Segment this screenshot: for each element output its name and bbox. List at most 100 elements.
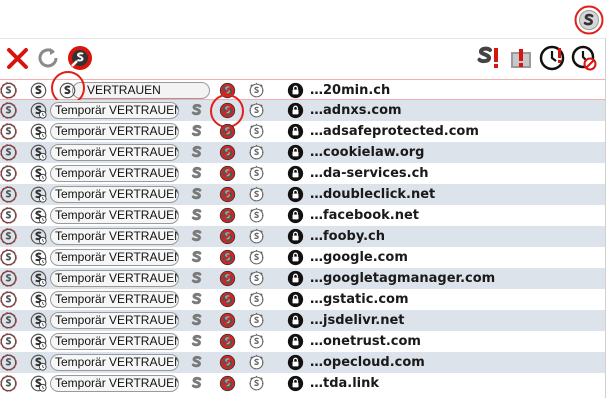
temp-trust-button[interactable]: Temporär VERTRAUEN <box>50 165 179 182</box>
default-preset-icon[interactable] <box>0 375 17 392</box>
temp-trusted-preset-icon[interactable] <box>30 123 47 140</box>
noscript-global-icon[interactable] <box>475 44 503 72</box>
default-preset-icon[interactable] <box>0 165 17 182</box>
trusted-preset-icon[interactable] <box>188 249 205 266</box>
temp-trust-button[interactable]: Temporär VERTRAUEN <box>50 312 179 329</box>
untrusted-preset-icon[interactable] <box>219 291 236 308</box>
temp-trusted-preset-icon[interactable] <box>30 333 47 350</box>
untrusted-preset-icon[interactable] <box>219 270 236 287</box>
temp-trust-button[interactable]: Temporär VERTRAUEN <box>50 228 179 245</box>
temp-trusted-preset-icon[interactable] <box>30 102 47 119</box>
trusted-preset-icon[interactable] <box>188 123 205 140</box>
trusted-preset-icon[interactable] <box>188 228 205 245</box>
trusted-preset-icon[interactable] <box>188 312 205 329</box>
https-lock-icon[interactable] <box>287 123 304 140</box>
temp-trust-button[interactable]: Temporär VERTRAUEN <box>50 291 179 308</box>
temp-trusted-preset-icon[interactable] <box>30 354 47 371</box>
trusted-preset-icon[interactable] <box>188 186 205 203</box>
custom-preset-icon[interactable] <box>248 249 265 266</box>
noscript-extension-button[interactable] <box>574 5 604 35</box>
untrusted-preset-icon[interactable] <box>219 354 236 371</box>
reload-icon[interactable] <box>34 44 62 72</box>
temp-trust-button[interactable]: Temporär VERTRAUEN <box>50 144 179 161</box>
untrusted-preset-icon[interactable] <box>219 207 236 224</box>
trusted-preset-icon[interactable] <box>30 82 47 99</box>
trusted-preset-icon[interactable] <box>188 165 205 182</box>
custom-preset-icon[interactable] <box>248 333 265 350</box>
temp-trust-button[interactable]: Temporär VERTRAUEN <box>50 186 179 203</box>
untrusted-preset-icon[interactable] <box>219 312 236 329</box>
custom-preset-icon[interactable] <box>248 228 265 245</box>
untrusted-preset-icon[interactable] <box>219 249 236 266</box>
custom-preset-icon[interactable] <box>248 270 265 287</box>
default-preset-icon[interactable] <box>0 249 17 266</box>
untrusted-preset-icon[interactable] <box>219 228 236 245</box>
custom-preset-icon[interactable] <box>248 207 265 224</box>
temp-trust-button[interactable]: Temporär VERTRAUEN <box>50 207 179 224</box>
close-icon[interactable] <box>4 44 32 72</box>
https-lock-icon[interactable] <box>287 354 304 371</box>
https-lock-icon[interactable] <box>287 291 304 308</box>
temp-trusted-preset-icon[interactable] <box>30 144 47 161</box>
temp-trust-button[interactable]: Temporär VERTRAUEN <box>50 249 179 266</box>
custom-preset-icon[interactable] <box>248 144 265 161</box>
default-preset-icon[interactable] <box>0 123 17 140</box>
custom-preset-icon[interactable] <box>248 102 265 119</box>
default-preset-icon[interactable] <box>0 144 17 161</box>
default-preset-icon[interactable] <box>0 207 17 224</box>
temp-trust-button[interactable]: Temporär VERTRAUEN <box>50 354 179 371</box>
custom-preset-icon[interactable] <box>248 123 265 140</box>
untrusted-preset-icon[interactable] <box>219 144 236 161</box>
https-lock-icon[interactable] <box>287 270 304 287</box>
default-preset-icon[interactable] <box>0 333 17 350</box>
default-preset-icon[interactable] <box>0 186 17 203</box>
temp-trusted-preset-icon[interactable] <box>30 375 47 392</box>
temp-trust-button[interactable]: Temporär VERTRAUEN <box>50 123 179 140</box>
https-lock-icon[interactable] <box>287 82 304 99</box>
trust-button[interactable]: VERTRAUEN <box>72 82 210 99</box>
default-preset-icon[interactable] <box>0 291 17 308</box>
https-lock-icon[interactable] <box>287 102 304 119</box>
trusted-preset-icon[interactable] <box>188 354 205 371</box>
trusted-preset-icon[interactable] <box>188 144 205 161</box>
https-lock-icon[interactable] <box>287 249 304 266</box>
https-lock-icon[interactable] <box>287 312 304 329</box>
temp-trusted-preset-icon[interactable] <box>30 186 47 203</box>
default-preset-icon[interactable] <box>0 312 17 329</box>
custom-preset-icon[interactable] <box>248 312 265 329</box>
untrusted-preset-icon[interactable] <box>219 165 236 182</box>
custom-preset-icon[interactable] <box>248 82 265 99</box>
clock-revoke-icon[interactable] <box>570 44 598 72</box>
trusted-preset-icon[interactable] <box>188 207 205 224</box>
default-preset-icon[interactable] <box>0 354 17 371</box>
https-lock-icon[interactable] <box>287 375 304 392</box>
temp-trust-button[interactable]: Temporär VERTRAUEN <box>50 270 179 287</box>
default-preset-icon[interactable] <box>0 270 17 287</box>
trusted-preset-icon[interactable] <box>188 291 205 308</box>
https-lock-icon[interactable] <box>287 207 304 224</box>
temp-trusted-preset-icon[interactable] <box>30 228 47 245</box>
xss-alert-icon[interactable] <box>507 44 535 72</box>
temp-trusted-preset-icon[interactable] <box>30 270 47 287</box>
untrusted-preset-icon[interactable] <box>219 123 236 140</box>
temp-trusted-preset-icon[interactable] <box>30 165 47 182</box>
https-lock-icon[interactable] <box>287 228 304 245</box>
trusted-preset-icon[interactable] <box>188 375 205 392</box>
clock-allow-icon[interactable] <box>538 44 566 72</box>
https-lock-icon[interactable] <box>287 165 304 182</box>
untrusted-preset-icon[interactable] <box>219 186 236 203</box>
options-icon[interactable] <box>66 44 94 72</box>
custom-preset-icon[interactable] <box>248 291 265 308</box>
temp-trusted-preset-icon[interactable] <box>30 249 47 266</box>
default-preset-icon[interactable] <box>0 228 17 245</box>
temp-trust-button[interactable]: Temporär VERTRAUEN <box>50 333 179 350</box>
temp-trust-button[interactable]: Temporär VERTRAUEN <box>50 102 179 119</box>
https-lock-icon[interactable] <box>287 144 304 161</box>
https-lock-icon[interactable] <box>287 333 304 350</box>
untrusted-preset-icon[interactable] <box>219 333 236 350</box>
trusted-preset-icon[interactable] <box>188 270 205 287</box>
custom-preset-icon[interactable] <box>248 186 265 203</box>
default-preset-icon[interactable] <box>0 102 17 119</box>
custom-preset-icon[interactable] <box>248 354 265 371</box>
default-preset-icon[interactable] <box>0 82 17 99</box>
